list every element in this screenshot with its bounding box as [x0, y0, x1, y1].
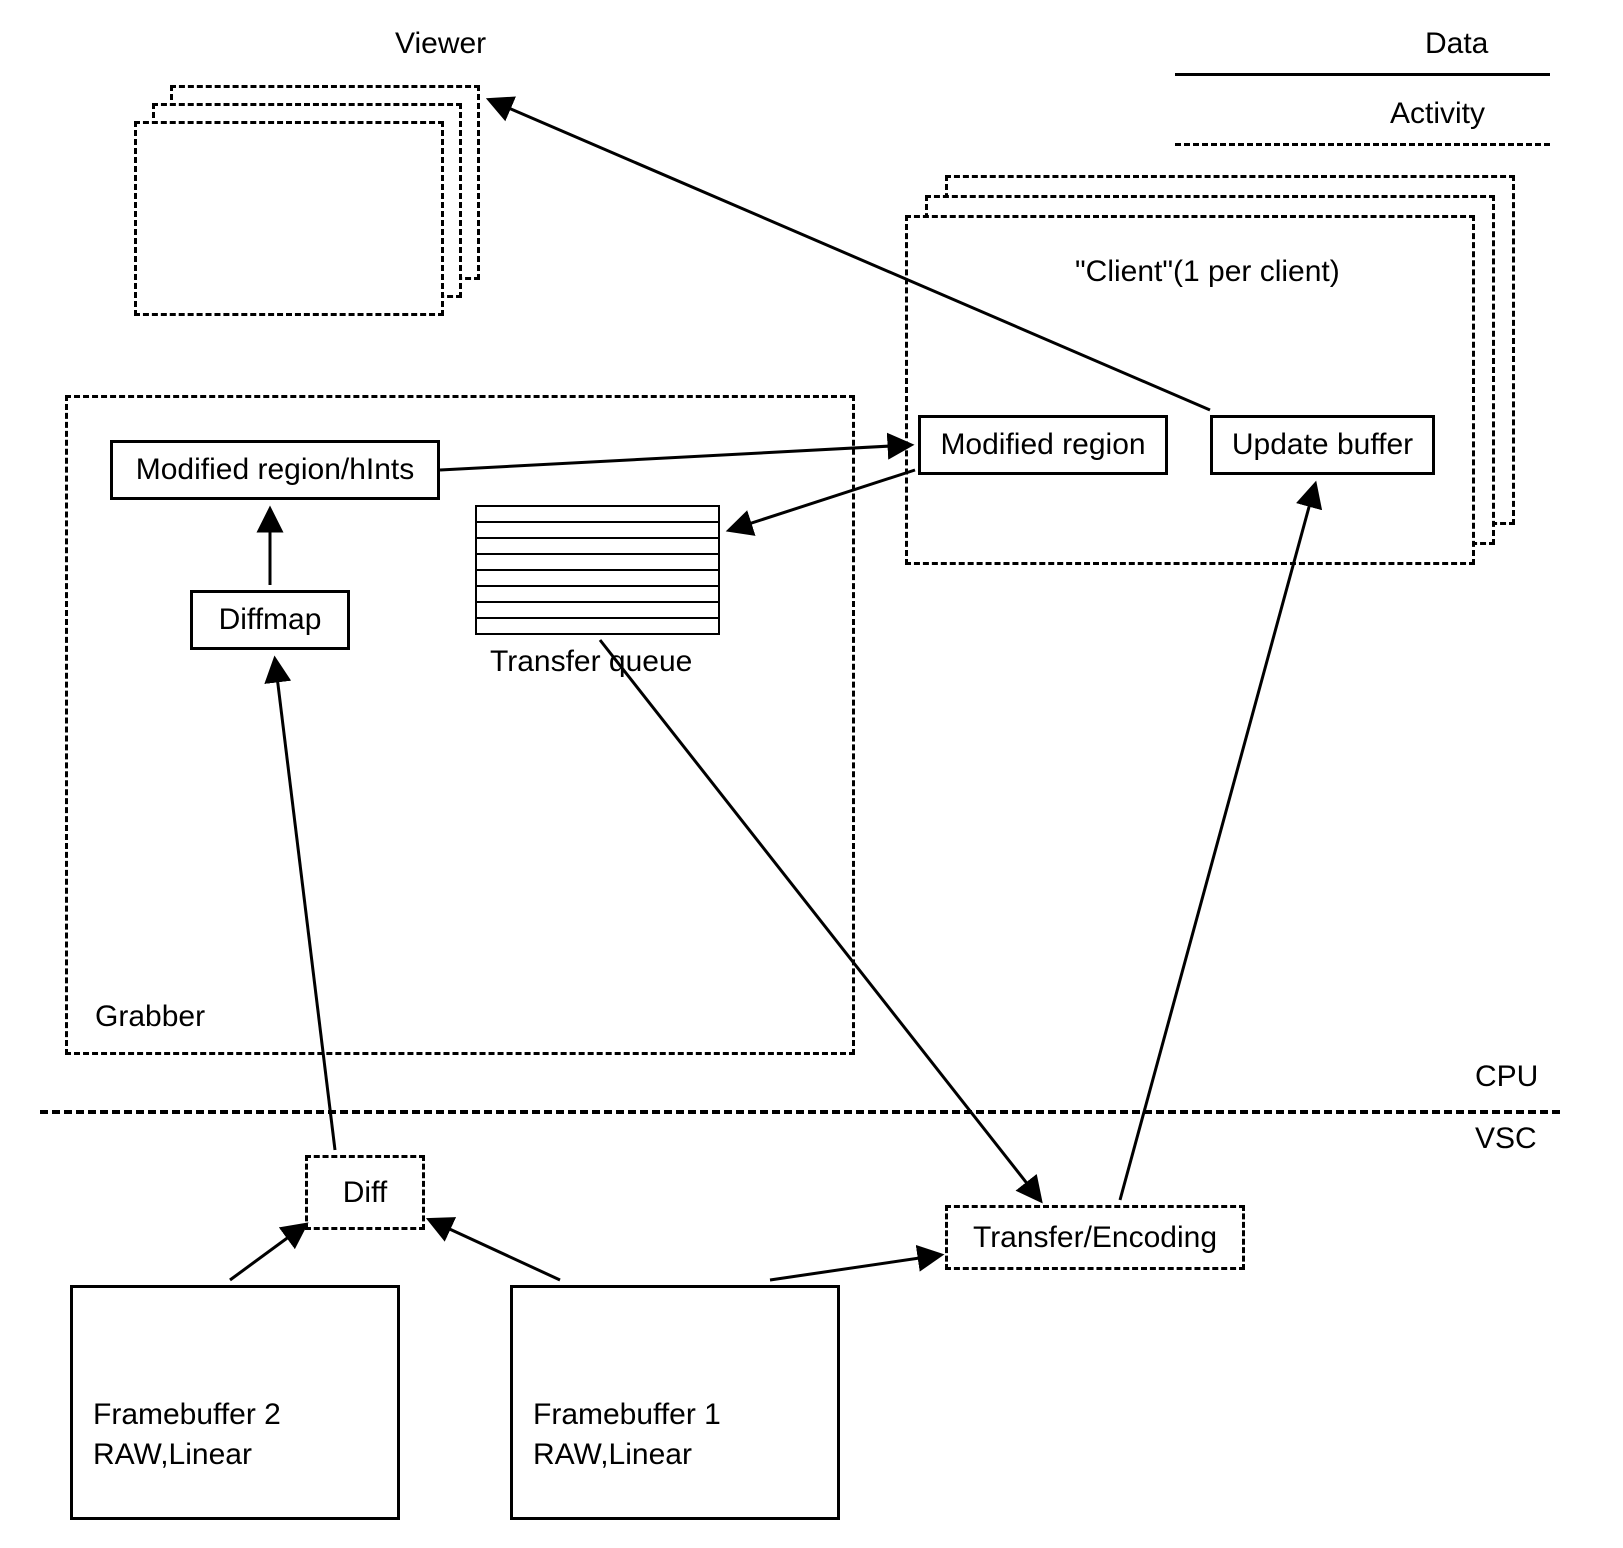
- diff-text: Diff: [343, 1176, 387, 1209]
- framebuffer-2-line1: Framebuffer 2: [93, 1398, 281, 1432]
- diff-box: Diff: [305, 1155, 425, 1230]
- client-update-buffer-text: Update buffer: [1232, 428, 1413, 461]
- viewer-label: Viewer: [395, 27, 486, 61]
- framebuffer-2-box: Framebuffer 2 RAW,Linear: [70, 1285, 400, 1520]
- legend-activity-line: [1175, 143, 1550, 146]
- modified-region-hints-text: Modified region/hInts: [136, 453, 415, 486]
- legend-data-line: [1175, 73, 1550, 76]
- transfer-encoding-box: Transfer/Encoding: [945, 1205, 1245, 1270]
- transfer-queue-label: Transfer queue: [490, 645, 692, 679]
- client-modified-region-box: Modified region: [918, 415, 1168, 475]
- transfer-encoding-text: Transfer/Encoding: [973, 1221, 1217, 1254]
- modified-region-hints-box: Modified region/hInts: [110, 440, 440, 500]
- cpu-vsc-divider: [40, 1110, 1560, 1114]
- diffmap-box: Diffmap: [190, 590, 350, 650]
- framebuffer-1-box: Framebuffer 1 RAW,Linear: [510, 1285, 840, 1520]
- viewer-card-1: [134, 121, 444, 316]
- legend-data-label: Data: [1425, 27, 1488, 61]
- framebuffer-2-line2: RAW,Linear: [93, 1438, 252, 1472]
- vsc-label: VSC: [1475, 1122, 1537, 1156]
- diffmap-text: Diffmap: [219, 603, 322, 636]
- client-label: "Client"(1 per client): [1075, 255, 1340, 289]
- diagram-canvas: Viewer Data Activity "Client"(1 per clie…: [0, 0, 1623, 1548]
- grabber-label: Grabber: [95, 1000, 205, 1034]
- client-update-buffer-box: Update buffer: [1210, 415, 1435, 475]
- framebuffer-1-line2: RAW,Linear: [533, 1438, 692, 1472]
- transfer-queue-box: [475, 505, 720, 635]
- legend-activity-label: Activity: [1390, 97, 1485, 131]
- cpu-label: CPU: [1475, 1060, 1538, 1094]
- client-modified-region-text: Modified region: [940, 428, 1145, 461]
- framebuffer-1-line1: Framebuffer 1: [533, 1398, 721, 1432]
